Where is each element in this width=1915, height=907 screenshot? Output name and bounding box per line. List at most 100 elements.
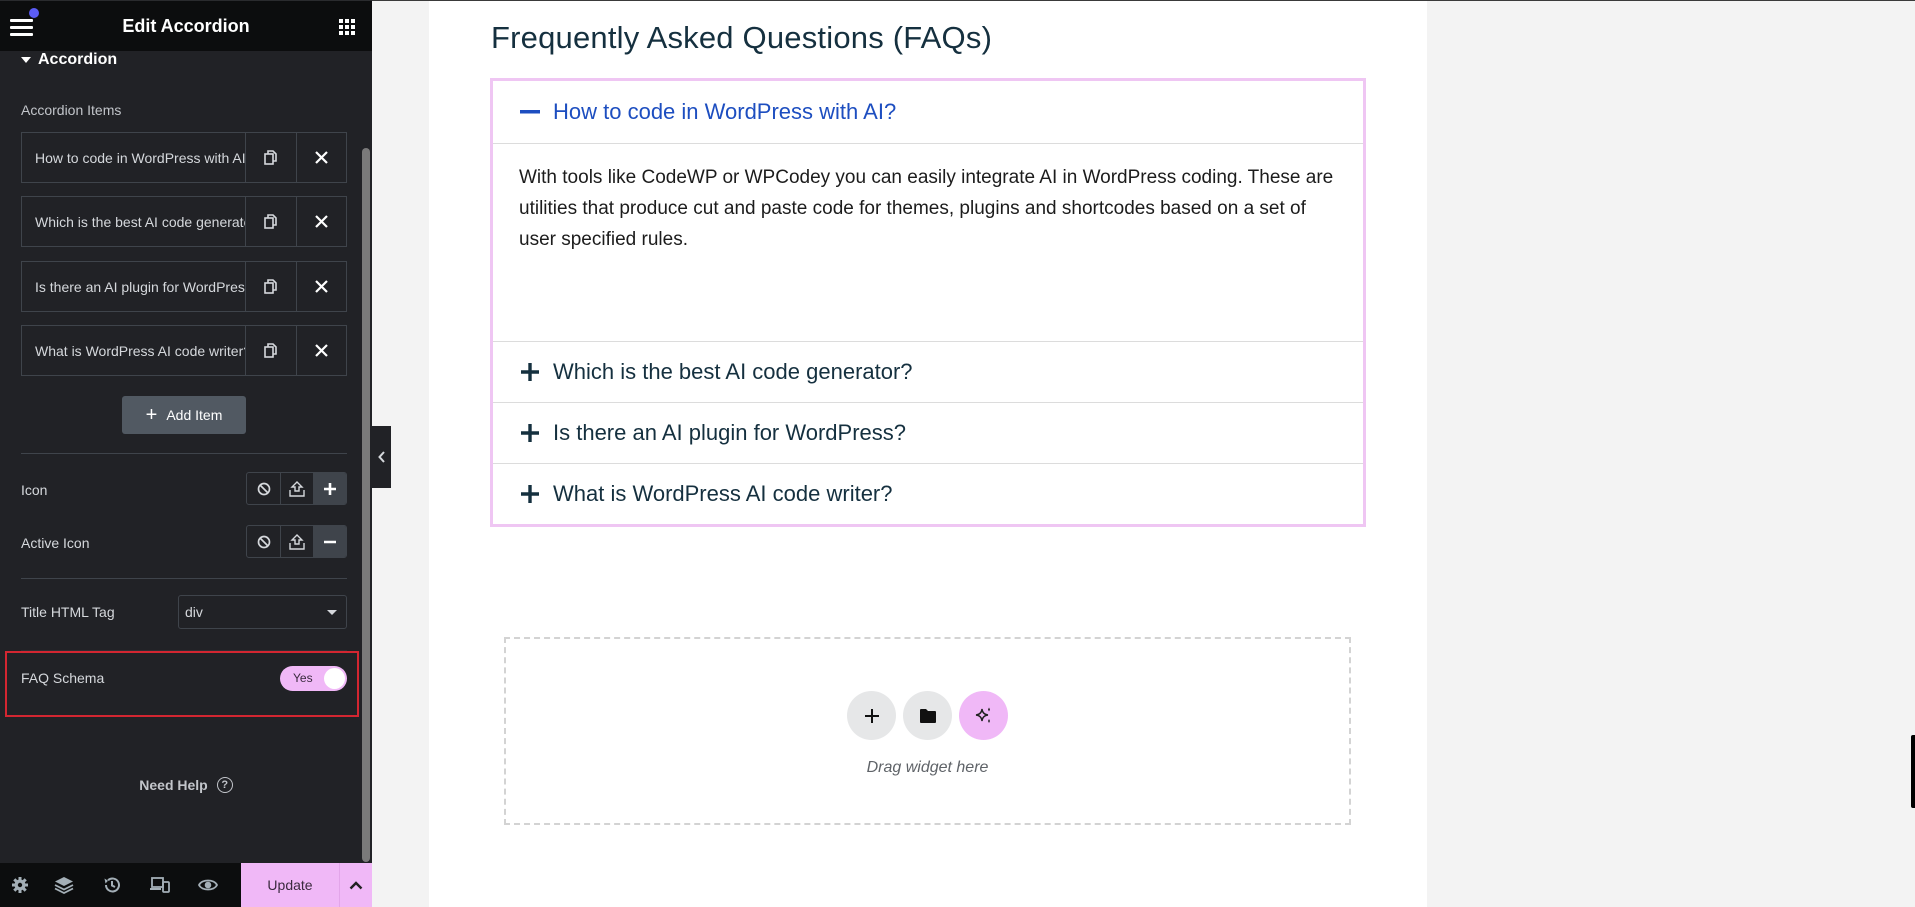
plus-icon xyxy=(520,424,540,442)
toggle-state-label: Yes xyxy=(293,671,313,685)
save-options-button[interactable] xyxy=(339,863,372,907)
add-template-button[interactable] xyxy=(903,691,952,740)
repeater-item-title[interactable]: Is there an AI plugin for WordPress? xyxy=(22,262,246,311)
empty-section-dropzone[interactable]: Drag widget here xyxy=(504,637,1351,825)
ban-icon xyxy=(257,535,270,548)
icon-library-option[interactable] xyxy=(313,473,346,504)
divider xyxy=(21,578,347,579)
icon-none-option[interactable] xyxy=(247,473,280,504)
duplicate-icon xyxy=(264,214,277,229)
settings-button[interactable] xyxy=(0,863,40,907)
remove-button[interactable] xyxy=(296,326,346,375)
plus-icon xyxy=(323,482,336,495)
repeater-item: What is WordPress AI code writer? xyxy=(21,325,347,376)
repeater-item: How to code in WordPress with AI? xyxy=(21,132,347,183)
repeater-item: Is there an AI plugin for WordPress? xyxy=(21,261,347,312)
remove-button[interactable] xyxy=(296,133,346,182)
toggle-knob xyxy=(324,668,345,689)
minus-icon xyxy=(323,540,336,543)
plus-icon: + xyxy=(145,404,158,426)
active-icon-library-option[interactable] xyxy=(313,526,346,557)
panel-content: Accordion Accordion Items How to code in… xyxy=(0,51,372,863)
repeater-item-title[interactable]: How to code in WordPress with AI? xyxy=(22,133,246,182)
active-icon-none-option[interactable] xyxy=(247,526,280,557)
preview-icon xyxy=(198,879,218,891)
collapse-panel-button[interactable] xyxy=(372,426,391,488)
layers-icon xyxy=(54,877,74,894)
chevron-up-icon xyxy=(349,880,363,889)
widgets-grid-icon[interactable] xyxy=(339,19,355,35)
help-icon: ? xyxy=(216,777,233,793)
active-icon-chooser xyxy=(246,525,347,558)
section-title: Accordion xyxy=(38,51,118,68)
duplicate-icon xyxy=(264,343,277,358)
duplicate-button[interactable] xyxy=(246,133,296,182)
add-section-button[interactable] xyxy=(847,691,896,740)
close-icon xyxy=(315,280,328,293)
close-icon xyxy=(315,151,328,164)
accordion-item-title[interactable]: Is there an AI plugin for WordPress? xyxy=(493,403,1363,464)
repeater-item: Which is the best AI code generator? xyxy=(21,196,347,247)
accordion-title-text: What is WordPress AI code writer? xyxy=(553,481,893,506)
duplicate-button[interactable] xyxy=(246,326,296,375)
icon-upload-option[interactable] xyxy=(280,473,313,504)
ai-generate-button[interactable] xyxy=(959,691,1008,740)
panel-footer: Update xyxy=(0,863,372,907)
need-help-label: Need Help xyxy=(139,777,208,793)
accordion-title-text: How to code in WordPress with AI? xyxy=(553,99,897,124)
remove-button[interactable] xyxy=(296,197,346,246)
faq-schema-label: FAQ Schema xyxy=(21,670,105,686)
add-item-button[interactable]: + Add Item xyxy=(122,396,246,434)
history-button[interactable] xyxy=(88,863,136,907)
close-icon xyxy=(315,344,328,357)
panel-scrollbar[interactable] xyxy=(362,148,370,862)
plus-icon xyxy=(864,708,879,723)
active-icon-label: Active Icon xyxy=(21,535,90,551)
plus-icon xyxy=(520,363,540,381)
update-button[interactable]: Update xyxy=(241,863,339,907)
page-scrollbar[interactable] xyxy=(1911,735,1915,808)
title-tag-select[interactable]: div xyxy=(178,595,347,629)
accordion-items-label: Accordion Items xyxy=(21,102,122,118)
ai-sparkle-icon xyxy=(975,707,990,723)
caret-down-icon xyxy=(327,610,337,615)
history-icon xyxy=(104,877,120,893)
navigator-button[interactable] xyxy=(40,863,88,907)
accordion-item-title[interactable]: What is WordPress AI code writer? xyxy=(493,464,1363,524)
preview-button[interactable] xyxy=(184,863,232,907)
add-item-label: Add Item xyxy=(166,407,223,423)
accordion-widget[interactable]: How to code in WordPress with AI? With t… xyxy=(490,78,1366,527)
duplicate-button[interactable] xyxy=(246,197,296,246)
section-toggle-accordion[interactable]: Accordion xyxy=(21,51,117,69)
title-tag-value: div xyxy=(185,604,203,620)
icon-label: Icon xyxy=(21,482,48,498)
upload-icon xyxy=(289,480,305,497)
divider xyxy=(21,453,347,454)
caret-down-icon xyxy=(21,57,31,63)
remove-button[interactable] xyxy=(296,262,346,311)
responsive-icon xyxy=(150,877,170,893)
settings-icon xyxy=(12,877,28,893)
faq-schema-toggle[interactable]: Yes xyxy=(280,666,347,691)
responsive-mode-button[interactable] xyxy=(136,863,184,907)
repeater-item-title[interactable]: Which is the best AI code generator? xyxy=(22,197,246,246)
plus-icon xyxy=(520,485,540,503)
ban-icon xyxy=(257,482,270,495)
accordion-item-title[interactable]: How to code in WordPress with AI? xyxy=(493,81,1363,144)
duplicate-icon xyxy=(264,150,277,165)
panel-title: Edit Accordion xyxy=(122,16,250,36)
accordion-title-text: Which is the best AI code generator? xyxy=(553,359,913,384)
upload-icon xyxy=(289,533,305,550)
panel-header: Edit Accordion xyxy=(0,0,372,51)
accordion-title-text: Is there an AI plugin for WordPress? xyxy=(553,420,906,445)
repeater-item-title[interactable]: What is WordPress AI code writer? xyxy=(22,326,246,375)
accordion-item-content: With tools like CodeWP or WPCodey you ca… xyxy=(493,144,1363,342)
duplicate-button[interactable] xyxy=(246,262,296,311)
elementor-editor: Edit Accordion Accordion Accordion Items… xyxy=(0,0,1915,907)
chevron-left-icon xyxy=(377,451,385,463)
title-tag-label: Title HTML Tag xyxy=(21,604,115,620)
close-icon xyxy=(315,215,328,228)
active-icon-upload-option[interactable] xyxy=(280,526,313,557)
accordion-item-title[interactable]: Which is the best AI code generator? xyxy=(493,342,1363,403)
need-help-link[interactable]: Need Help ? xyxy=(0,777,372,793)
